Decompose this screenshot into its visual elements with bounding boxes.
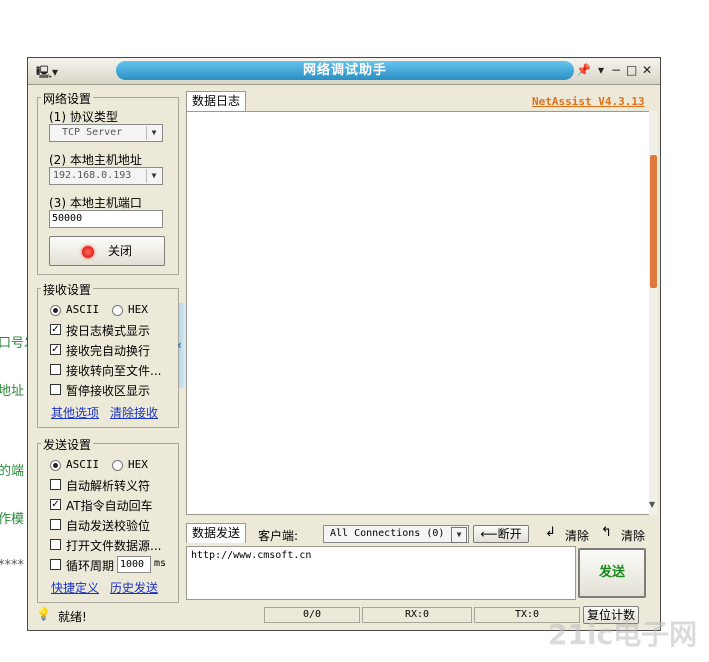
host-select[interactable]: 192.168.0.193 ▼ (49, 167, 163, 185)
protocol-label: (1) 协议类型 (49, 110, 118, 124)
receive-option-checkbox[interactable] (50, 364, 61, 375)
cycle-checkbox[interactable] (50, 559, 61, 570)
close-connection-label: 关闭 (107, 244, 132, 258)
left-arrow-icon: ⟵ (480, 527, 498, 541)
lightbulb-icon: 💡 (36, 607, 51, 621)
receive-ascii-label: ASCII (66, 303, 100, 316)
disconnect-label: 断开 (497, 527, 522, 541)
port-label: (3) 本地主机端口 (49, 196, 142, 210)
disconnect-button[interactable]: ⟵断开 (473, 525, 529, 543)
cycle-label: 循环周期 (66, 559, 115, 573)
receive-log-area[interactable] (186, 111, 650, 515)
clear-receive-link[interactable]: 清除接收 (110, 404, 158, 421)
send-hex-label: HEX (128, 458, 148, 471)
send-hex-radio[interactable] (112, 460, 123, 471)
clear-send-icon: ↰ (601, 525, 612, 540)
receive-option-checkbox[interactable]: ✓ (50, 324, 61, 335)
receive-option-checkbox[interactable] (50, 384, 61, 395)
client-select[interactable]: All Connections (0) ▼ (323, 525, 469, 543)
close-icon[interactable]: ✕ (642, 63, 652, 77)
red-light-icon (81, 245, 94, 258)
close-connection-button[interactable]: 关闭 (49, 236, 165, 266)
receive-option-checkbox[interactable]: ✓ (50, 344, 61, 355)
client-label: 客户端: (258, 529, 299, 543)
version-link[interactable]: NetAssist V4.3.13 (532, 95, 645, 108)
send-option-label: AT指令自动回车 (66, 499, 153, 513)
client-select-value: All Connections (0) (330, 528, 445, 539)
clear-button-1[interactable]: 清除 (565, 527, 589, 544)
send-option-label: 打开文件数据源... (66, 539, 162, 553)
send-ascii-label: ASCII (66, 458, 100, 471)
send-option-checkbox[interactable]: ✓ (50, 499, 61, 510)
send-ascii-radio[interactable] (50, 460, 61, 471)
dropdown-icon[interactable]: ▾ (598, 63, 604, 77)
send-history-link[interactable]: 历史发送 (110, 579, 158, 596)
maximize-icon[interactable]: □ (626, 63, 637, 77)
send-text-area[interactable]: http://www.cmsoft.cn (186, 546, 576, 600)
clear-button-2[interactable]: 清除 (621, 527, 645, 544)
receive-more-options-link[interactable]: 其他选项 (51, 404, 99, 421)
title-bar: 🖳▾ 网络调试助手 📌 ▾ − □ ✕ (28, 58, 660, 85)
cycle-period-input[interactable]: 1000 (117, 556, 151, 573)
send-option-checkbox[interactable] (50, 479, 61, 490)
receive-option-label: 按日志模式显示 (66, 324, 151, 338)
network-settings-label: 网络设置 (41, 90, 94, 107)
receive-settings-label: 接收设置 (41, 281, 94, 298)
receive-hex-radio[interactable] (112, 305, 123, 316)
log-scrollbar-thumb[interactable] (650, 155, 657, 288)
send-option-checkbox[interactable] (50, 519, 61, 530)
pin-icon[interactable]: 📌 (576, 63, 591, 77)
send-option-label: 自动解析转义符 (66, 479, 151, 493)
app-menu-icon[interactable]: 🖳▾ (36, 63, 58, 84)
scroll-down-icon[interactable]: ▼ (649, 500, 655, 509)
tab-data-log[interactable]: 数据日志 (186, 91, 246, 111)
watermark: 21ic电子网 (548, 618, 698, 651)
minimize-icon[interactable]: − (611, 63, 621, 77)
protocol-select[interactable]: TCP Server ▼ (49, 124, 163, 142)
port-input[interactable]: 50000 (49, 210, 163, 228)
tab-data-send[interactable]: 数据发送 (186, 523, 246, 543)
host-value: 192.168.0.193 (53, 170, 132, 181)
clear-receive-icon: ↲ (545, 525, 556, 540)
bg-fragment: **** (0, 558, 24, 573)
collapse-arrow-icon[interactable]: ‹ (177, 338, 182, 352)
receive-option-label: 暂停接收区显示 (66, 384, 151, 398)
status-ready: 就绪! (58, 610, 87, 624)
send-settings-label: 发送设置 (41, 436, 94, 453)
chevron-down-icon: ▼ (451, 527, 467, 543)
protocol-value: TCP Server (62, 127, 123, 138)
send-option-label: 自动发送校验位 (66, 519, 151, 533)
receive-hex-label: HEX (128, 303, 148, 316)
bg-fragment: 地址 (0, 384, 25, 399)
bg-fragment: 的端 (0, 464, 25, 479)
receive-ascii-radio[interactable] (50, 305, 61, 316)
cycle-unit: ms (154, 558, 167, 569)
receive-option-label: 接收转向至文件... (66, 364, 162, 378)
window-title: 网络调试助手 (302, 63, 387, 78)
status-count: 0/0 (264, 607, 360, 623)
chevron-down-icon: ▼ (146, 169, 161, 183)
host-label: (2) 本地主机地址 (49, 153, 142, 167)
send-option-checkbox[interactable] (50, 539, 61, 550)
chevron-down-icon: ▼ (146, 126, 161, 140)
shortcut-define-link[interactable]: 快捷定义 (51, 579, 99, 596)
receive-option-label: 接收完自动换行 (66, 344, 151, 358)
status-rx: RX:0 (362, 607, 472, 623)
bg-fragment: 作模 (0, 512, 25, 527)
netassist-window: 🖳▾ 网络调试助手 📌 ▾ − □ ✕ 网络设置 (1) 协议类型 TCP Se… (27, 57, 661, 631)
send-button[interactable]: 发送 (578, 548, 646, 598)
